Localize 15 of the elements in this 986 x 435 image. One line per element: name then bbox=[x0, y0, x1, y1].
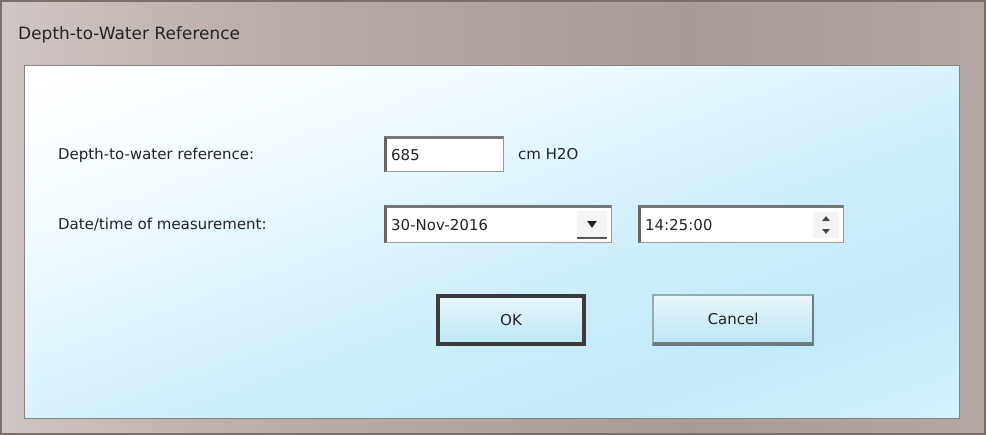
spin-down-button[interactable] bbox=[813, 225, 839, 238]
unit-label: cm H2O bbox=[518, 145, 578, 163]
spin-up-button[interactable] bbox=[813, 212, 839, 225]
cancel-button[interactable]: Cancel bbox=[652, 294, 814, 346]
caret-icon bbox=[587, 220, 597, 228]
field-label: Depth-to-water reference: bbox=[58, 145, 256, 163]
time-picker[interactable]: 14:25:00 bbox=[638, 205, 844, 243]
date-picker[interactable]: 30-Nov-2016 bbox=[384, 205, 612, 243]
ok-button[interactable]: OK bbox=[436, 294, 586, 346]
up-arrow-icon bbox=[822, 216, 830, 221]
depth-input-field[interactable]: 685 bbox=[384, 136, 504, 172]
dropdown-button[interactable] bbox=[577, 211, 607, 239]
window-title: Depth-to-Water Reference bbox=[18, 24, 240, 44]
down-arrow-icon bbox=[822, 229, 830, 234]
field-label: Date/time of measurement: bbox=[58, 215, 268, 233]
